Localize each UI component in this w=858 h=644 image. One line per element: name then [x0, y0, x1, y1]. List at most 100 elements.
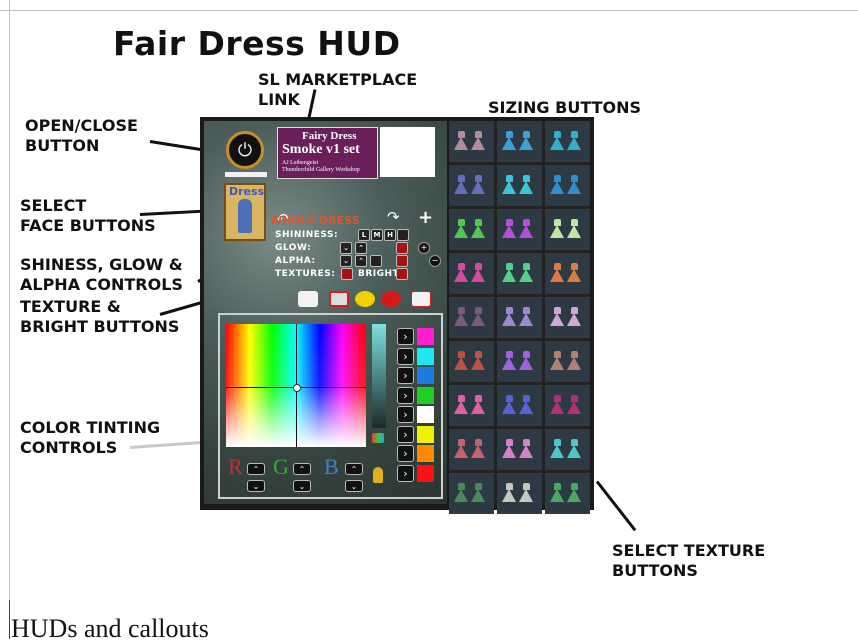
textures-button[interactable]	[341, 268, 353, 280]
texture-button[interactable]	[449, 429, 494, 470]
texture-button[interactable]	[545, 209, 590, 250]
notecard-icon[interactable]	[298, 291, 318, 307]
texture-button[interactable]	[449, 341, 494, 382]
swatch-select-button[interactable]: ›	[397, 445, 414, 462]
texture-button[interactable]	[545, 473, 590, 514]
select-face-button[interactable]: Dress	[224, 183, 266, 241]
texture-button[interactable]	[545, 253, 590, 294]
texture-button[interactable]	[497, 165, 542, 206]
glow-up-button[interactable]: ⌃	[355, 242, 367, 254]
red-up-button[interactable]: ⌃	[247, 463, 265, 475]
dress-icon	[550, 131, 565, 151]
color-swatch[interactable]	[417, 445, 434, 462]
color-swatch[interactable]	[417, 425, 434, 443]
size-m-button[interactable]: M	[371, 229, 383, 241]
swatch-select-button[interactable]: ›	[397, 464, 414, 482]
color-swatch[interactable]	[417, 406, 434, 423]
size-l-button[interactable]: L	[358, 229, 370, 241]
green-down-button[interactable]: ⌄	[293, 480, 311, 492]
light-bulb-icon[interactable]	[373, 467, 383, 483]
swatch-select-button[interactable]: ›	[397, 367, 414, 384]
texture-button[interactable]	[497, 253, 542, 294]
dress-icon	[550, 439, 565, 459]
color-swatch[interactable]	[417, 328, 434, 345]
power-icon[interactable]: ⏻	[226, 131, 264, 169]
callout-texture-bright: TEXTURE & BRIGHT BUTTONS	[20, 297, 180, 336]
texture-button[interactable]	[449, 165, 494, 206]
caption: HUDs and callouts	[11, 614, 209, 643]
screen-icon[interactable]	[329, 291, 349, 307]
remove-icon[interactable]: −	[429, 255, 441, 267]
texture-button[interactable]	[449, 121, 494, 162]
dress-icon	[519, 439, 534, 459]
rgb-palette-icon[interactable]	[372, 433, 384, 443]
glow-off-button[interactable]	[396, 242, 408, 254]
alpha-eye-button[interactable]	[370, 255, 382, 267]
texture-button[interactable]	[497, 473, 542, 514]
texture-button[interactable]	[497, 121, 542, 162]
dress-icon	[471, 131, 486, 151]
dress-icon	[519, 219, 534, 239]
callout-color: COLOR TINTING CONTROLS	[20, 418, 161, 457]
texture-button[interactable]	[497, 341, 542, 382]
add-icon[interactable]: +	[418, 242, 430, 254]
plus-icon[interactable]: +	[418, 207, 433, 228]
swatch-select-button[interactable]: ›	[397, 328, 414, 345]
texture-button[interactable]	[545, 429, 590, 470]
shine-toggle-button[interactable]	[397, 229, 409, 241]
red-down-button[interactable]: ⌄	[247, 480, 265, 492]
bright-button[interactable]	[396, 268, 408, 280]
alpha-off-button[interactable]	[396, 255, 408, 267]
swatch-select-button[interactable]: ›	[397, 347, 414, 365]
picker-handle[interactable]	[293, 384, 301, 392]
dress-icon	[519, 307, 534, 327]
shininess-label: SHININESS:	[275, 230, 339, 240]
dress-icon	[567, 307, 582, 327]
texture-button[interactable]	[449, 473, 494, 514]
texture-button[interactable]	[545, 385, 590, 426]
swatch-select-button[interactable]: ›	[397, 425, 414, 443]
face-button-label: Dress	[229, 185, 265, 198]
url-icon[interactable]	[411, 291, 431, 307]
dress-icon	[567, 439, 582, 459]
green-up-button[interactable]: ⌃	[293, 463, 311, 475]
texture-button[interactable]	[497, 429, 542, 470]
color-swatch[interactable]	[417, 367, 434, 384]
marketplace-subtitle: Smoke v1 set	[282, 142, 360, 157]
swatch-select-button[interactable]: ›	[397, 386, 414, 404]
s6-logo-icon[interactable]	[355, 291, 375, 307]
texture-button-grid	[449, 121, 590, 514]
texture-button[interactable]	[497, 297, 542, 338]
texture-button[interactable]	[545, 121, 590, 162]
color-swatch[interactable]	[417, 347, 434, 365]
texture-button[interactable]	[545, 297, 590, 338]
texture-button[interactable]	[545, 165, 590, 206]
color-swatch[interactable]	[417, 386, 434, 404]
texture-button[interactable]	[449, 297, 494, 338]
blue-down-button[interactable]: ⌄	[345, 480, 363, 492]
dress-icon	[567, 263, 582, 283]
texture-button[interactable]	[449, 209, 494, 250]
alpha-down-button[interactable]: ⌄	[340, 255, 352, 267]
blue-up-button[interactable]: ⌃	[345, 463, 363, 475]
alpha-up-button[interactable]: ⌃	[355, 255, 367, 267]
texture-button[interactable]	[449, 253, 494, 294]
color-swatch[interactable]	[417, 464, 434, 482]
callout-marketplace: SL MARKETPLACE LINK	[258, 70, 418, 109]
dress-icon	[471, 483, 486, 503]
swatch-select-button[interactable]: ›	[397, 406, 414, 423]
text-cursor	[9, 600, 10, 639]
glow-down-button[interactable]: ⌄	[340, 242, 352, 254]
dress-icon	[567, 131, 582, 151]
texture-button[interactable]	[545, 341, 590, 382]
texture-button[interactable]	[449, 385, 494, 426]
marketplace-link-button[interactable]: Fairy Dress Smoke v1 set AJ Leibengeist …	[277, 127, 378, 179]
preview-box	[380, 127, 435, 177]
color-picker[interactable]	[226, 324, 366, 447]
texture-button[interactable]	[497, 209, 542, 250]
rotate-right-icon[interactable]: ↷	[387, 208, 400, 226]
book-icon[interactable]	[381, 291, 401, 307]
brightness-slider[interactable]	[372, 324, 386, 428]
texture-button[interactable]	[497, 385, 542, 426]
size-h-button[interactable]: H	[384, 229, 396, 241]
